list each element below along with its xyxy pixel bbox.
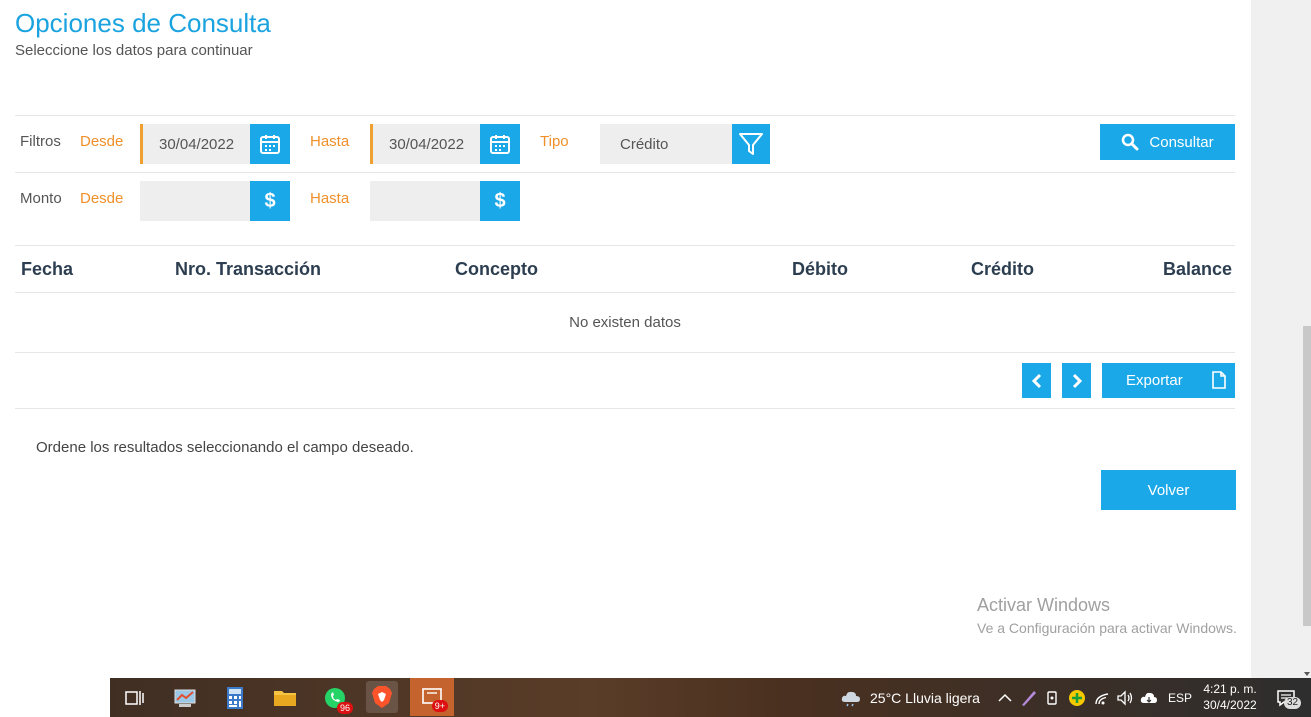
brave-browser-icon[interactable] (366, 681, 398, 713)
monto-from-field[interactable] (140, 181, 250, 221)
page: Opciones de Consulta Seleccione los dato… (0, 0, 1311, 717)
main-content: Opciones de Consulta Seleccione los dato… (0, 0, 1251, 678)
clock[interactable]: 4:21 p. m. 30/4/2022 (1200, 681, 1260, 713)
next-page-button[interactable] (1062, 363, 1091, 398)
divider (15, 245, 1235, 246)
monto-to-currency-button[interactable]: $ (480, 181, 520, 221)
desde-label: Desde (80, 133, 124, 150)
onedrive-icon[interactable] (1140, 678, 1158, 717)
column-header-balance[interactable]: Balance (1163, 259, 1232, 280)
notification-count: 32 (1284, 697, 1302, 709)
monto-to-field[interactable] (370, 181, 480, 221)
prev-page-button[interactable] (1022, 363, 1051, 398)
page-title: Opciones de Consulta (15, 8, 271, 38)
language-indicator[interactable]: ESP (1168, 678, 1192, 717)
monto-desde-label: Desde (80, 190, 124, 207)
export-label: Exportar (1126, 372, 1183, 389)
divider (15, 115, 1235, 116)
scroll-down-arrow-icon[interactable] (1304, 672, 1310, 676)
activation-watermark-title: Activar Windows (977, 595, 1111, 615)
weather-text: 25°C Lluvia ligera (870, 689, 980, 706)
divider (15, 172, 1235, 173)
empty-state-text: No existen datos (569, 314, 681, 331)
divider (15, 352, 1235, 353)
consultar-button[interactable]: Consultar (1100, 124, 1235, 160)
pen-tray-icon[interactable] (1020, 678, 1038, 717)
dollar-icon: $ (264, 189, 276, 212)
monto-hasta-label: Hasta (310, 190, 350, 207)
whatsapp-badge: 96 (336, 702, 353, 714)
cloud-rain-icon (841, 691, 860, 706)
divider (15, 408, 1235, 409)
chevron-left-icon (1031, 373, 1041, 388)
monto-label: Monto (20, 190, 62, 207)
volver-button[interactable]: Volver (1101, 470, 1236, 510)
taskbar: 96 9+ 25°C Lluvia ligera ESP 4:21 p. m. … (0, 678, 1311, 717)
sort-note: Ordene los resultados seleccionando el c… (36, 439, 414, 456)
volver-label: Volver (1147, 481, 1190, 499)
calendar-icon (260, 135, 280, 154)
active-app-icon[interactable]: 9+ (410, 678, 454, 716)
document-icon (1212, 371, 1226, 389)
date-to-calendar-button[interactable] (480, 124, 520, 164)
calendar-icon (490, 135, 510, 154)
vertical-scrollbar[interactable] (1251, 0, 1311, 678)
tipo-label: Tipo (540, 133, 569, 150)
show-hidden-icons-chevron-icon[interactable] (998, 678, 1012, 717)
date-from-calendar-button[interactable] (250, 124, 290, 164)
file-explorer-icon[interactable] (271, 684, 299, 712)
weather-widget[interactable]: 25°C Lluvia ligera (840, 678, 980, 717)
filter-button[interactable] (732, 124, 770, 164)
dollar-icon: $ (494, 189, 506, 212)
control-panel-icon[interactable] (171, 684, 199, 712)
column-header-transaccion[interactable]: Nro. Transacción (175, 259, 321, 280)
filtros-label: Filtros (20, 133, 61, 150)
clock-date: 30/4/2022 (1203, 698, 1257, 712)
consultar-label: Consultar (1149, 133, 1214, 151)
app-badge: 9+ (431, 700, 448, 712)
clock-time: 4:21 p. m. (1203, 682, 1257, 696)
volume-icon[interactable] (1116, 678, 1134, 717)
notification-center-button[interactable]: 32 (1276, 678, 1302, 717)
column-header-debito[interactable]: Débito (792, 259, 848, 280)
device-tray-icon[interactable] (1046, 678, 1060, 717)
chevron-right-icon (1072, 373, 1082, 388)
column-header-concepto[interactable]: Concepto (455, 259, 538, 280)
search-icon (1122, 133, 1139, 151)
export-button[interactable]: Exportar (1102, 363, 1235, 398)
page-subtitle: Seleccione los datos para continuar (15, 42, 253, 59)
scrollbar-thumb[interactable] (1303, 326, 1311, 626)
whatsapp-icon[interactable]: 96 (321, 684, 353, 714)
task-view-icon[interactable] (121, 684, 149, 712)
column-header-credito[interactable]: Crédito (971, 259, 1034, 280)
security-tray-icon[interactable] (1068, 678, 1086, 717)
column-header-fecha[interactable]: Fecha (21, 259, 73, 280)
wifi-icon[interactable] (1094, 678, 1112, 717)
filter-icon (739, 133, 763, 155)
calculator-icon[interactable] (221, 684, 249, 712)
activation-watermark-text: Ve a Configuración para activar Windows. (977, 620, 1237, 636)
date-from-field[interactable]: 30/04/2022 (140, 124, 250, 164)
monto-from-currency-button[interactable]: $ (250, 181, 290, 221)
date-to-field[interactable]: 30/04/2022 (370, 124, 480, 164)
divider (15, 292, 1235, 293)
hasta-label: Hasta (310, 133, 350, 150)
taskbar-search-area[interactable] (0, 678, 110, 717)
tipo-select[interactable]: Crédito (600, 124, 732, 164)
